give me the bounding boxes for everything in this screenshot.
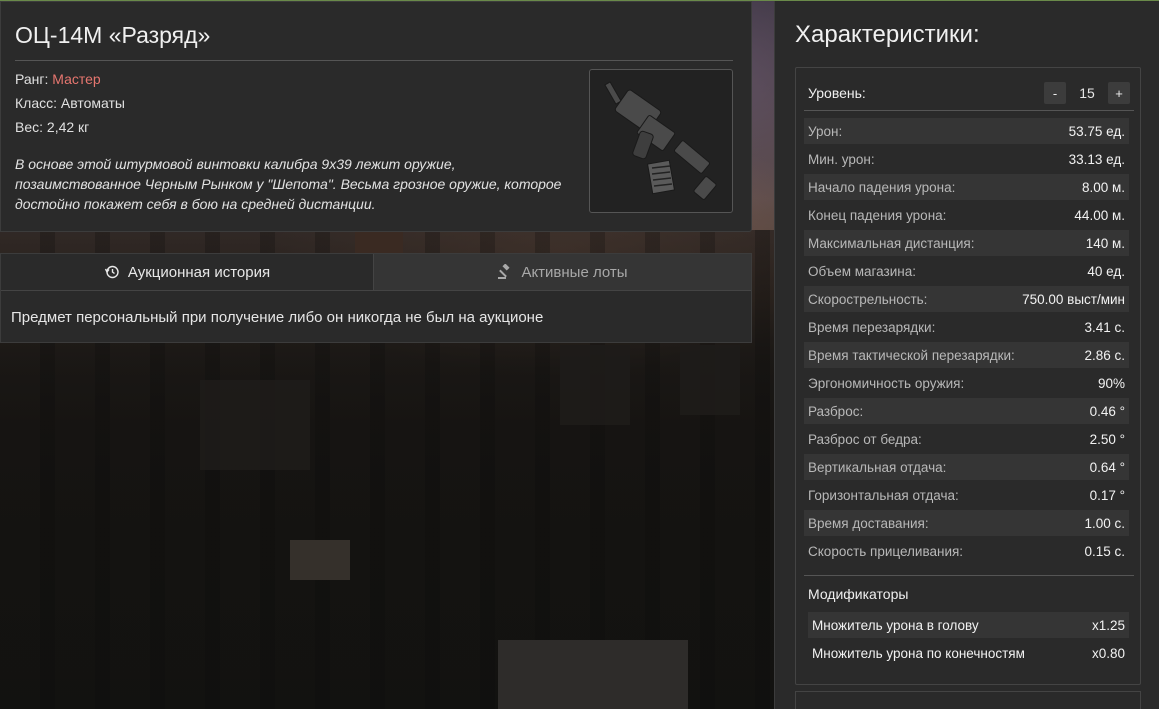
stat-row: Время перезарядки: 3.41 с. [804,314,1129,340]
stat-label: Разброс от бедра: [808,431,922,447]
background-building [680,345,740,415]
item-title: ОЦ-14М «Разряд» [15,22,211,48]
stats-box: Уровень: - 15 + Урон: 53.75 ед. Мин. урон… [795,67,1141,685]
stat-value: 0.46 ° [1089,403,1125,419]
stat-value: 53.75 ед. [1068,123,1125,139]
background-building [560,345,630,425]
stat-row: Конец падения урона: 44.00 м. [804,202,1129,228]
auction-tabs: Аукционная история Активные лоты [1,254,751,291]
item-image [589,69,733,213]
stat-label: Эргономичность оружия: [808,375,965,391]
stat-row: Горизонтальная отдача: 0.17 ° [804,482,1129,508]
stat-row: Разброс: 0.46 ° [804,398,1129,424]
background-building [200,380,310,470]
rank-label: Ранг: [15,71,53,87]
stat-value: 0.64 ° [1089,459,1125,475]
modifiers-title: Модификаторы [808,586,909,602]
background-tower [355,232,403,254]
level-decrease-button[interactable]: - [1044,82,1066,104]
class-line: Класс: Автоматы [15,95,125,111]
stat-label: Урон: [808,123,843,139]
rank-value: Мастер [52,71,101,87]
auction-panel: Аукционная история Активные лоты Предмет… [0,253,752,343]
stat-label: Время перезарядки: [808,319,936,335]
stat-value: 0.15 с. [1084,543,1125,559]
modifiers-divider [804,575,1134,576]
stat-value: 2.50 ° [1089,431,1125,447]
stat-value: 40 ед. [1087,263,1125,279]
tab-active-lots[interactable]: Активные лоты [373,254,751,291]
stat-value: 140 м. [1085,235,1125,251]
auction-message: Предмет персональный при получение либо … [11,309,544,326]
stat-label: Время доставания: [808,515,929,531]
level-increase-button[interactable]: + [1108,82,1130,104]
stat-row: Вертикальная отдача: 0.64 ° [804,454,1129,480]
stats-panel: Характеристики: Уровень: - 15 + Урон: 53.… [774,1,1159,709]
stat-label: Максимальная дистанция: [808,235,975,251]
stat-value: 2.86 с. [1084,347,1125,363]
level-value: 15 [1079,85,1095,101]
modifier-row: Множитель урона по конечностям x0.80 [808,640,1129,666]
stat-row: Урон: 53.75 ед. [804,118,1129,144]
stat-row: Скорость прицеливания: 0.15 с. [804,538,1129,564]
stat-row: Разброс от бедра: 2.50 ° [804,426,1129,452]
modifier-value: x0.80 [1091,645,1125,661]
stat-value: 750.00 выст/мин [1022,291,1125,307]
modifier-label: Множитель урона в голову [812,617,979,633]
rifle-icon [604,81,717,200]
stat-label: Конец падения урона: [808,207,947,223]
rank-line: Ранг: Мастер [15,71,101,87]
stat-label: Скорость прицеливания: [808,543,964,559]
stat-value: 3.41 с. [1084,319,1125,335]
stat-label: Объем магазина: [808,263,916,279]
stat-row: Начало падения урона: 8.00 м. [804,174,1129,200]
stat-row: Максимальная дистанция: 140 м. [804,230,1129,256]
stat-value: 33.13 ед. [1068,151,1125,167]
history-icon [104,265,119,279]
stat-value: 90% [1097,375,1125,391]
stat-row: Время доставания: 1.00 с. [804,510,1129,536]
stat-label: Мин. урон: [808,151,875,167]
stat-value: 8.00 м. [1081,179,1125,195]
stat-value: 1.00 с. [1084,515,1125,531]
stat-label: Скорострельность: [808,291,928,307]
weight-line: Вес: 2,42 кг [15,119,90,135]
title-divider [15,60,733,61]
stat-label: Время тактической перезарядки: [808,347,1015,363]
stat-row: Эргономичность оружия: 90% [804,370,1129,396]
gavel-icon [498,264,510,279]
item-panel: ОЦ-14М «Разряд» Ранг: Мастер Класс: Авто… [0,1,752,232]
stat-row: Время тактической перезарядки: 2.86 с. [804,342,1129,368]
stat-label: Разброс: [808,403,864,419]
item-description: В основе этой штурмовой винтовки калибра… [15,156,562,212]
tab-auction-history[interactable]: Аукционная история [1,254,373,291]
modifier-label: Множитель урона по конечностям [812,645,1025,661]
stat-value: 44.00 м. [1074,207,1125,223]
level-label: Уровень: [808,85,866,101]
tab-label: Аукционная история [127,263,271,281]
modifier-value: x1.25 [1091,617,1125,633]
level-row: Уровень: - 15 + [808,78,1130,108]
background-block [290,540,350,580]
stat-row: Объем магазина: 40 ед. [804,258,1129,284]
stat-label: Вертикальная отдача: [808,459,947,475]
stats-title: Характеристики: [795,21,980,48]
tab-label: Активные лоты [521,263,628,281]
stat-row: Скорострельность: 750.00 выст/мин [804,286,1129,312]
stat-label: Начало падения урона: [808,179,956,195]
stat-row: Мин. урон: 33.13 ед. [804,146,1129,172]
modifier-row: Множитель урона в голову x1.25 [808,612,1129,638]
level-divider [804,110,1134,111]
stat-value: 0.17 ° [1089,487,1125,503]
background-block [498,640,688,709]
next-section-box [795,691,1141,709]
stat-label: Горизонтальная отдача: [808,487,959,503]
